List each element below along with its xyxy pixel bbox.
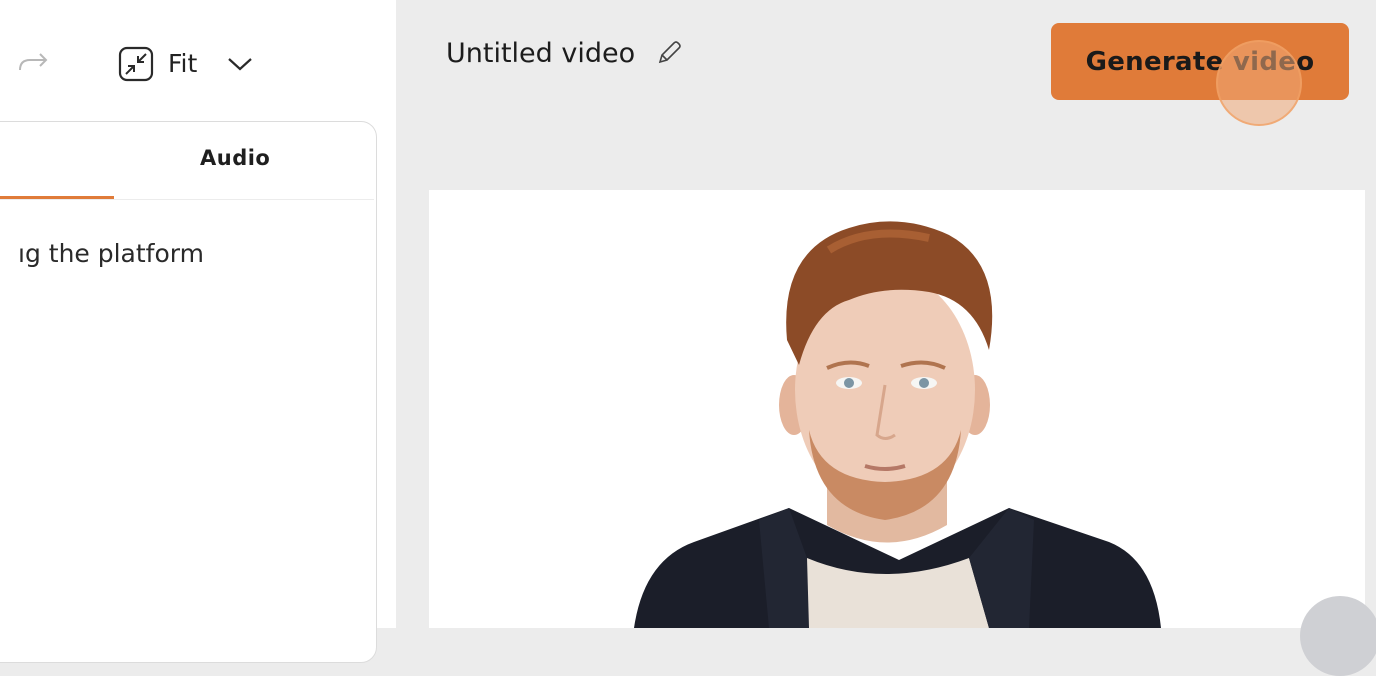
- generate-video-button[interactable]: Generate video: [1051, 23, 1349, 100]
- redo-icon[interactable]: [18, 50, 50, 78]
- video-title[interactable]: Untitled video: [446, 36, 635, 72]
- click-indicator: [1216, 40, 1302, 126]
- editor-toolbar: Fit: [0, 0, 396, 120]
- help-button[interactable]: [1300, 596, 1376, 676]
- fit-screen-icon[interactable]: [118, 46, 154, 82]
- pencil-icon[interactable]: [656, 40, 682, 66]
- zoom-level-label[interactable]: Fit: [168, 48, 197, 80]
- tab-divider: [0, 199, 374, 200]
- script-card: [0, 121, 377, 663]
- chevron-down-icon[interactable]: [226, 54, 254, 74]
- editor-left-panel: Fit Audio ıg the platform: [0, 0, 396, 663]
- video-canvas[interactable]: [429, 190, 1365, 628]
- avatar-presenter[interactable]: [429, 190, 1365, 628]
- tab-audio[interactable]: Audio: [200, 146, 270, 170]
- script-textarea[interactable]: ıg the platform: [18, 238, 204, 270]
